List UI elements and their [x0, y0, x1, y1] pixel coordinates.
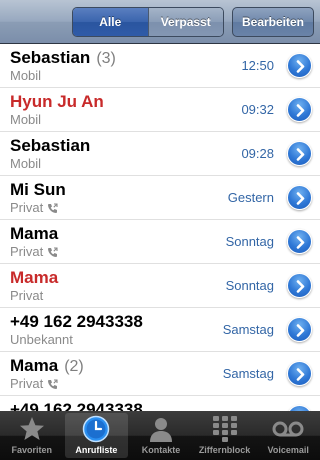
phone-type-text: Mobil — [10, 156, 42, 171]
call-time: 09:32 — [241, 102, 274, 117]
phone-type-label: Unbekannt — [10, 332, 73, 347]
call-row[interactable]: +49 162 2943338 — [0, 396, 320, 411]
phone-type-text: Privat — [10, 244, 44, 259]
detail-disclosure-icon[interactable] — [287, 141, 312, 166]
call-row[interactable]: Hyun Ju An Mobil 09:32 — [0, 88, 320, 132]
call-count: (3) — [96, 50, 116, 67]
caller-name-text: Mama — [10, 268, 59, 287]
call-time: Sonntag — [225, 234, 274, 249]
phone-type-label: Mobil — [10, 68, 41, 83]
call-row[interactable]: Sebastian (3) Mobil 12:50 — [0, 44, 320, 88]
detail-disclosure-icon[interactable] — [287, 229, 312, 254]
voicemail-icon — [272, 414, 304, 444]
phone-type-label: Privat — [10, 244, 58, 259]
call-row[interactable]: Mama Privat Sonntag — [0, 220, 320, 264]
phone-type-label: Privat — [10, 288, 43, 303]
phone-type-text: Privat — [10, 376, 44, 391]
call-time: Samstag — [222, 322, 274, 337]
tab-kontakte[interactable]: Kontakte — [129, 411, 193, 460]
caller-name: Sebastian (3) — [10, 48, 116, 68]
star-icon — [16, 414, 48, 444]
clock-icon — [80, 414, 112, 444]
navigation-bar: Alle Verpasst Bearbeiten — [0, 0, 320, 44]
tab-label: Anrufliste — [75, 445, 118, 455]
tab-favoriten[interactable]: Favoriten — [0, 411, 64, 460]
phone-type-text: Mobil — [10, 68, 42, 83]
tab-label: Voicemail — [267, 445, 309, 455]
caller-name: Mi Sun — [10, 180, 66, 200]
phone-type-label: Privat — [10, 200, 58, 215]
call-time: Gestern — [227, 190, 274, 205]
segment-all-button[interactable]: Alle — [73, 8, 148, 36]
call-row[interactable]: Mama Privat Sonntag — [0, 264, 320, 308]
detail-disclosure-icon[interactable] — [287, 361, 312, 386]
caller-name-text: Hyun Ju An — [10, 92, 104, 111]
recent-calls-list: Sebastian (3) Mobil 12:50 Hyun Ju An Mobil 09:… — [0, 44, 320, 411]
caller-name-text: Mi Sun — [10, 180, 66, 199]
detail-disclosure-icon[interactable] — [287, 97, 312, 122]
phone-type-text: Privat — [10, 288, 44, 303]
tab-anrufliste[interactable]: Anrufliste — [64, 413, 129, 458]
phone-type-text: Privat — [10, 200, 44, 215]
phone-type-label: Mobil — [10, 156, 41, 171]
detail-disclosure-icon[interactable] — [287, 273, 312, 298]
tab-label: Favoriten — [11, 445, 53, 455]
phone-type-text: Unbekannt — [10, 332, 73, 347]
caller-name-text: Mama — [10, 224, 59, 243]
keypad-icon — [209, 414, 241, 444]
call-row[interactable]: Sebastian Mobil 09:28 — [0, 132, 320, 176]
caller-name-text: Mama — [10, 356, 59, 375]
caller-name-text: Sebastian — [10, 136, 91, 155]
call-count: (2) — [64, 358, 84, 375]
caller-name-text: +49 162 2943338 — [10, 312, 143, 331]
call-row[interactable]: Mama (2) Privat Samstag — [0, 352, 320, 396]
phone-type-label: Mobil — [10, 112, 41, 127]
caller-name: Mama — [10, 224, 58, 244]
caller-name: Sebastian — [10, 136, 90, 156]
caller-name: Hyun Ju An — [10, 92, 104, 112]
outgoing-call-icon — [47, 202, 58, 213]
phone-type-label: Privat — [10, 376, 58, 391]
detail-disclosure-icon[interactable] — [287, 185, 312, 210]
caller-name: Mama — [10, 268, 58, 288]
tab-label: Kontakte — [141, 445, 181, 455]
call-row[interactable]: Mi Sun Privat Gestern — [0, 176, 320, 220]
edit-button[interactable]: Bearbeiten — [232, 7, 314, 37]
call-time: 12:50 — [241, 58, 274, 73]
caller-name: +49 162 2943338 — [10, 400, 143, 411]
call-filter-segmented-control: Alle Verpasst — [72, 7, 224, 37]
phone-type-text: Mobil — [10, 112, 42, 127]
segment-missed-button[interactable]: Verpasst — [147, 8, 223, 36]
tab-voicemail[interactable]: Voicemail — [256, 411, 320, 460]
tab-bar: Favoriten Anrufliste Kontakte Ziffernblock V… — [0, 411, 320, 460]
outgoing-call-icon — [47, 246, 58, 257]
caller-name-text: Sebastian — [10, 48, 91, 67]
detail-disclosure-icon[interactable] — [287, 317, 312, 342]
call-row[interactable]: +49 162 2943338 Unbekannt Samstag — [0, 308, 320, 352]
call-time: Sonntag — [225, 278, 274, 293]
call-time: Samstag — [222, 366, 274, 381]
tab-label: Ziffernblock — [198, 445, 251, 455]
person-icon — [145, 414, 177, 444]
caller-name: Mama (2) — [10, 356, 84, 376]
caller-name-text: +49 162 2943338 — [10, 400, 143, 411]
detail-disclosure-icon[interactable] — [287, 53, 312, 78]
caller-name: +49 162 2943338 — [10, 312, 143, 332]
tab-ziffernblock[interactable]: Ziffernblock — [193, 411, 257, 460]
outgoing-call-icon — [47, 378, 58, 389]
call-time: 09:28 — [241, 146, 274, 161]
